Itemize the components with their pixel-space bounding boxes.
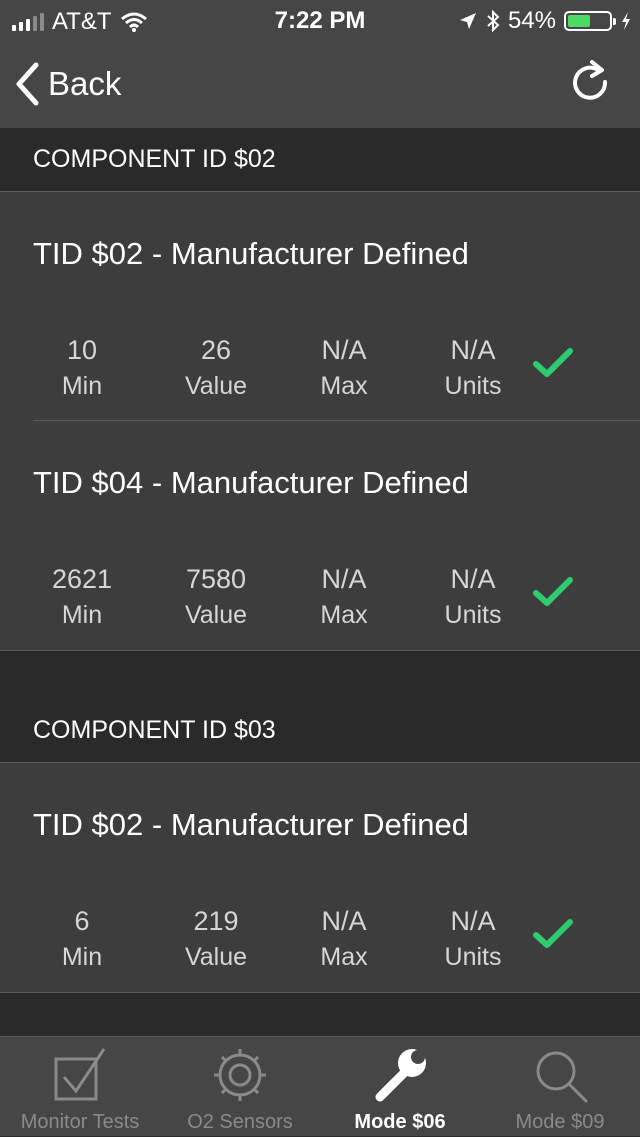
battery-icon bbox=[564, 11, 616, 31]
section-header: COMPONENT ID $02 bbox=[0, 128, 640, 192]
section-spacer bbox=[0, 993, 640, 1036]
tab-label: Mode $06 bbox=[354, 1111, 446, 1133]
charging-icon bbox=[622, 12, 630, 30]
max-label: Max bbox=[320, 943, 368, 971]
section-card: TID $02 - Manufacturer Defined 6 Min 219 V… bbox=[0, 763, 640, 993]
tab-label: O2 Sensors bbox=[187, 1111, 293, 1133]
test-title: TID $04 - Manufacturer Defined bbox=[33, 465, 469, 500]
min-value: 10 bbox=[66, 335, 98, 365]
value-cell: 7580 Value bbox=[156, 561, 276, 633]
value-label: Value bbox=[184, 943, 248, 971]
battery-percent: 54% bbox=[507, 7, 556, 34]
value-cell: 219 Value bbox=[156, 903, 276, 975]
location-icon bbox=[459, 13, 476, 29]
section-header: COMPONENT ID $03 bbox=[0, 699, 640, 763]
tab-mode-06[interactable]: Mode $06 bbox=[320, 1037, 480, 1137]
tab-mode-09[interactable]: Mode $09 bbox=[480, 1037, 640, 1137]
wrench-icon bbox=[375, 1049, 426, 1102]
back-label: Back bbox=[48, 65, 122, 102]
units-label: Units bbox=[444, 943, 502, 971]
max-value: N/A bbox=[321, 906, 367, 936]
status-right: 54% bbox=[458, 7, 632, 35]
check-icon bbox=[533, 577, 573, 606]
tab-bar: Monitor Tests O2 Sensors Mode $06 Mode $… bbox=[0, 1036, 640, 1136]
min-cell: 2621 Min bbox=[22, 561, 142, 633]
battery-fill bbox=[568, 15, 590, 27]
test-title: TID $02 - Manufacturer Defined bbox=[33, 807, 469, 842]
max-cell: N/A Max bbox=[284, 903, 404, 975]
checkbox-icon bbox=[54, 1048, 106, 1101]
back-button[interactable]: Back bbox=[14, 60, 121, 108]
test-results-list[interactable]: COMPONENT ID $02 TID $02 - Manufacturer … bbox=[0, 128, 640, 1036]
max-value: N/A bbox=[321, 564, 367, 594]
test-row: TID $02 - Manufacturer Defined 10 Min 26 V… bbox=[0, 192, 640, 421]
max-value: N/A bbox=[321, 335, 367, 365]
test-row: TID $02 - Manufacturer Defined 6 Min 219 V… bbox=[0, 763, 640, 992]
units-cell: N/A Units bbox=[413, 903, 533, 975]
units-cell: N/A Units bbox=[413, 332, 533, 404]
units-label: Units bbox=[444, 601, 502, 629]
tab-o2-sensors[interactable]: O2 Sensors bbox=[160, 1037, 320, 1137]
gear-icon bbox=[214, 1049, 266, 1101]
nav-bar: Back bbox=[0, 40, 640, 128]
magnifier-icon bbox=[536, 1051, 588, 1103]
max-label: Max bbox=[320, 372, 368, 400]
min-value: 2621 bbox=[51, 564, 113, 594]
min-cell: 10 Min bbox=[22, 332, 142, 404]
test-row: TID $04 - Manufacturer Defined 2621 Min 7… bbox=[0, 421, 640, 650]
refresh-icon[interactable] bbox=[568, 60, 612, 104]
min-label: Min bbox=[61, 601, 103, 629]
units-value: N/A bbox=[450, 906, 496, 936]
max-cell: N/A Max bbox=[284, 561, 404, 633]
min-cell: 6 Min bbox=[22, 903, 142, 975]
tab-label: Monitor Tests bbox=[20, 1111, 140, 1133]
section-card: TID $02 - Manufacturer Defined 10 Min 26 V… bbox=[0, 192, 640, 651]
test-title: TID $02 - Manufacturer Defined bbox=[33, 236, 469, 271]
min-label: Min bbox=[61, 372, 103, 400]
status-bar: AT&T 7:22 PM 54% bbox=[0, 0, 640, 40]
units-value: N/A bbox=[450, 335, 496, 365]
test-value: 7580 bbox=[185, 564, 247, 594]
tab-monitor-tests[interactable]: Monitor Tests bbox=[0, 1037, 160, 1137]
min-label: Min bbox=[61, 943, 103, 971]
value-cell: 26 Value bbox=[156, 332, 276, 404]
test-value: 219 bbox=[193, 906, 239, 936]
check-icon bbox=[533, 348, 573, 377]
value-label: Value bbox=[184, 601, 248, 629]
max-label: Max bbox=[320, 601, 368, 629]
tab-label: Mode $09 bbox=[515, 1111, 605, 1133]
units-cell: N/A Units bbox=[413, 561, 533, 633]
section-spacer bbox=[0, 651, 640, 699]
test-value: 26 bbox=[200, 335, 232, 365]
value-label: Value bbox=[184, 372, 248, 400]
chevron-left-icon bbox=[16, 62, 39, 106]
units-label: Units bbox=[444, 372, 502, 400]
min-value: 6 bbox=[74, 906, 90, 936]
check-icon bbox=[533, 919, 573, 948]
bluetooth-icon bbox=[487, 10, 500, 32]
max-cell: N/A Max bbox=[284, 332, 404, 404]
units-value: N/A bbox=[450, 564, 496, 594]
